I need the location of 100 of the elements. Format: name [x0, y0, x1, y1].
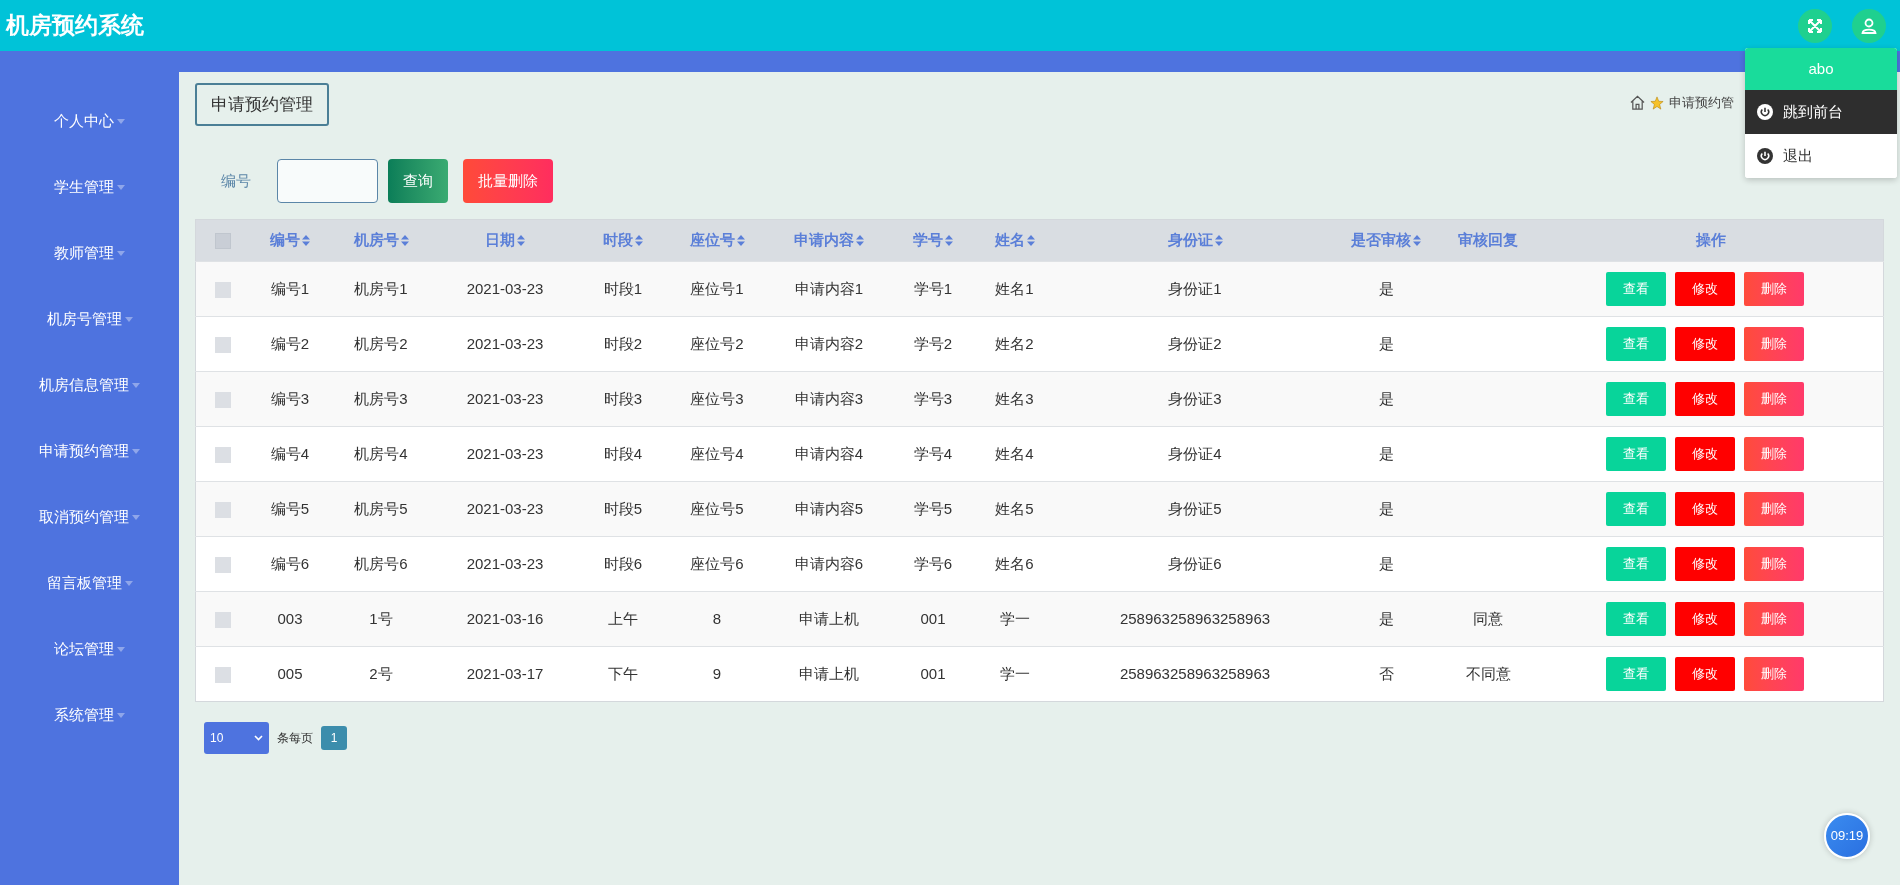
user-button[interactable]	[1852, 8, 1886, 43]
search-button[interactable]: 查询	[388, 159, 448, 203]
edit-button[interactable]: 修改	[1674, 382, 1735, 416]
column-header[interactable]: 座位号	[689, 229, 735, 252]
row-checkbox[interactable]	[215, 611, 232, 628]
caret-icon	[132, 448, 140, 454]
row-checkbox[interactable]	[215, 446, 232, 463]
sidebar-label: 系统管理	[54, 705, 114, 725]
row-checkbox[interactable]	[215, 281, 232, 298]
edit-button[interactable]: 修改	[1674, 272, 1735, 306]
delete-button[interactable]: 删除	[1743, 602, 1804, 636]
view-button[interactable]: 查看	[1605, 547, 1666, 581]
edit-button[interactable]: 修改	[1674, 327, 1735, 361]
menu-item[interactable]: 跳到前台	[1745, 90, 1897, 134]
table-cell: 8	[712, 609, 722, 627]
column-header[interactable]: 日期	[485, 229, 515, 252]
table-cell: 上午	[608, 609, 638, 627]
table-cell: 2号	[369, 664, 393, 682]
table-cell: 258963258963258963	[1119, 609, 1271, 627]
table-cell: 是	[1378, 499, 1394, 517]
page-button[interactable]: 1	[321, 726, 347, 750]
sidebar-item[interactable]: 留言板管理	[0, 572, 179, 638]
id-field[interactable]	[277, 159, 378, 203]
view-button[interactable]: 查看	[1605, 327, 1666, 361]
table-cell: 是	[1378, 334, 1394, 352]
delete-button[interactable]: 删除	[1743, 492, 1804, 526]
view-button[interactable]: 查看	[1605, 602, 1666, 636]
table-cell: 座位号1	[690, 279, 744, 297]
sort-icon	[400, 235, 409, 246]
view-button[interactable]: 查看	[1605, 492, 1666, 526]
breadcrumb-item: 申请预约管	[1669, 94, 1734, 112]
column-header[interactable]: 学号	[913, 229, 943, 252]
sidebar-item[interactable]: 取消预约管理	[0, 506, 179, 572]
sidebar-item[interactable]: 教师管理	[0, 242, 179, 308]
app-title: 机房预约系统	[6, 11, 144, 41]
edit-button[interactable]: 修改	[1674, 492, 1735, 526]
table-cell: 是	[1378, 609, 1394, 627]
row-checkbox[interactable]	[215, 336, 232, 353]
column-header[interactable]: 机房号	[353, 229, 399, 252]
caret-icon	[117, 184, 125, 190]
edit-button[interactable]: 修改	[1674, 547, 1735, 581]
caret-icon	[117, 712, 125, 718]
sidebar-item[interactable]: 机房信息管理	[0, 374, 179, 440]
delete-button[interactable]: 删除	[1743, 437, 1804, 471]
select-all-checkbox[interactable]	[215, 233, 232, 250]
column-header[interactable]: 是否审核	[1351, 229, 1411, 252]
column-header[interactable]: 身份证	[1167, 229, 1213, 252]
table-cell: 2021-03-23	[466, 334, 544, 352]
edit-button[interactable]: 修改	[1674, 437, 1735, 471]
sidebar-item[interactable]: 申请预约管理	[0, 440, 179, 506]
sort-icon	[1026, 235, 1035, 246]
page-size-select[interactable]: 10	[204, 722, 269, 754]
table-cell: 时段4	[603, 444, 643, 462]
star-icon	[1650, 95, 1664, 110]
table-cell: 2021-03-23	[466, 444, 544, 462]
delete-button[interactable]: 删除	[1743, 657, 1804, 691]
home-icon[interactable]	[1630, 95, 1645, 111]
table-cell: 2021-03-23	[466, 554, 544, 572]
column-header[interactable]: 申请内容	[794, 229, 854, 252]
sort-icon	[635, 235, 643, 246]
chevron-icon	[254, 735, 263, 741]
sidebar-label: 教师管理	[54, 243, 114, 263]
edit-button[interactable]: 修改	[1674, 657, 1735, 691]
delete-button[interactable]: 删除	[1743, 382, 1804, 416]
batch-delete-button[interactable]: 批量删除	[463, 159, 553, 203]
column-header[interactable]: 时段	[603, 229, 633, 252]
row-checkbox[interactable]	[215, 666, 232, 683]
delete-button[interactable]: 删除	[1743, 547, 1804, 581]
sidebar-item[interactable]: 系统管理	[0, 704, 179, 770]
edit-button[interactable]: 修改	[1674, 602, 1735, 636]
table-cell: 2021-03-23	[466, 279, 544, 297]
column-header[interactable]: 编号	[270, 229, 300, 252]
view-button[interactable]: 查看	[1605, 657, 1666, 691]
row-checkbox[interactable]	[215, 391, 232, 408]
caret-icon	[132, 382, 140, 388]
fullscreen-button[interactable]	[1798, 8, 1832, 43]
sidebar-label: 学生管理	[54, 177, 114, 197]
table-cell: 申请内容3	[794, 389, 864, 407]
table-cell: 学号3	[913, 389, 953, 407]
view-button[interactable]: 查看	[1605, 272, 1666, 306]
sidebar-item[interactable]: 机房号管理	[0, 308, 179, 374]
caret-icon	[117, 250, 125, 256]
table-cell: 编号5	[270, 499, 310, 517]
menu-item[interactable]: 退出	[1745, 134, 1897, 178]
delete-button[interactable]: 删除	[1743, 272, 1804, 306]
sidebar-item[interactable]: 个人中心	[0, 110, 179, 176]
table-cell: 是	[1378, 444, 1394, 462]
sidebar-label: 个人中心	[54, 111, 114, 131]
column-header[interactable]: 姓名	[994, 229, 1025, 252]
row-checkbox[interactable]	[215, 501, 232, 518]
view-button[interactable]: 查看	[1605, 437, 1666, 471]
sidebar-item[interactable]: 论坛管理	[0, 638, 179, 704]
delete-button[interactable]: 删除	[1743, 327, 1804, 361]
row-checkbox[interactable]	[215, 556, 232, 573]
table-cell: 时段1	[603, 279, 643, 297]
table-cell: 机房号4	[354, 444, 408, 462]
table-cell: 座位号6	[690, 554, 744, 572]
table-cell: 申请内容2	[794, 334, 864, 352]
sidebar-item[interactable]: 学生管理	[0, 176, 179, 242]
view-button[interactable]: 查看	[1605, 382, 1666, 416]
